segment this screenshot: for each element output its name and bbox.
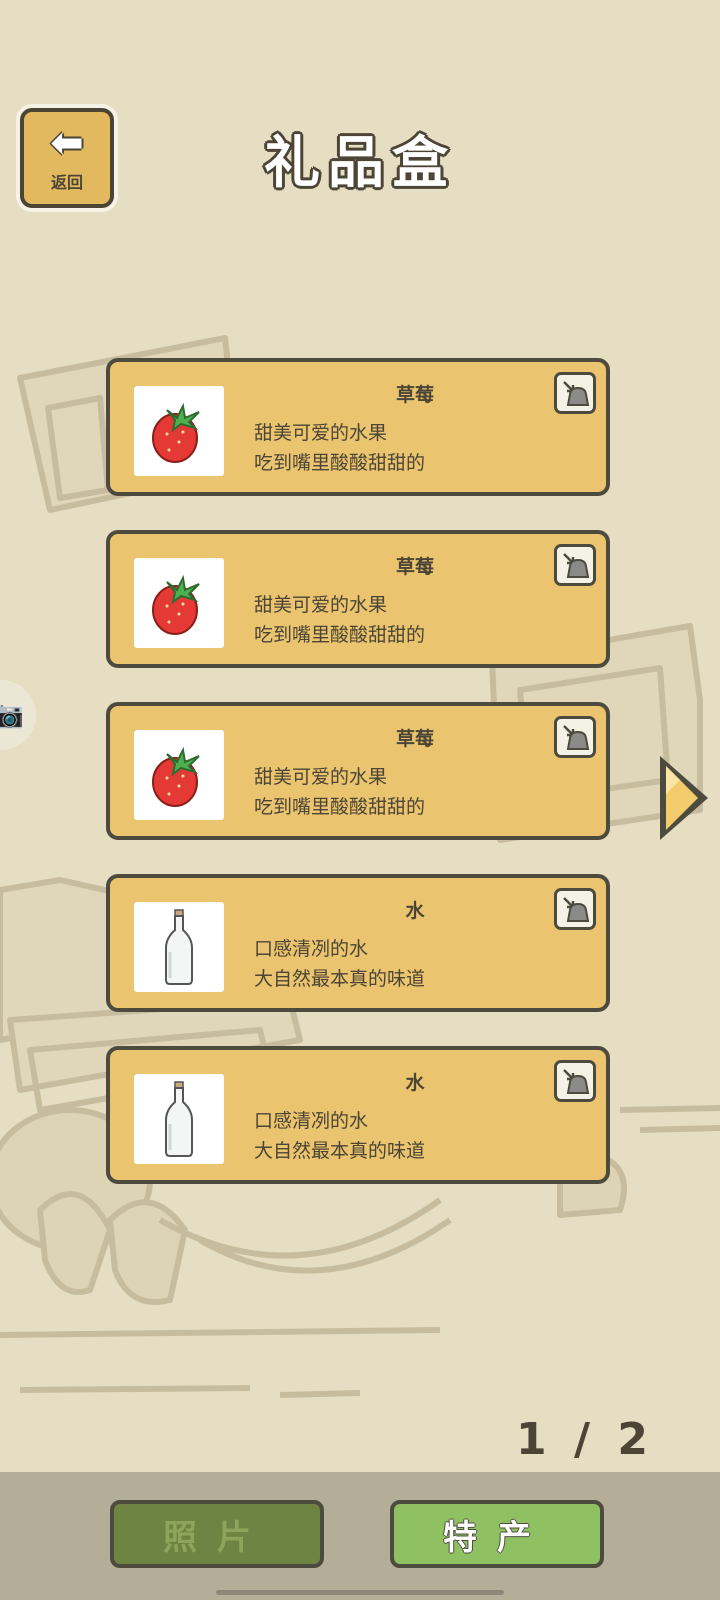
store-to-bag-icon: [563, 553, 590, 578]
gift-desc-line2: 大自然最本真的味道: [254, 1140, 426, 1162]
gift-card[interactable]: 草莓 甜美可爱的水果 吃到嘴里酸酸甜甜的: [106, 530, 610, 668]
gift-desc-line2: 吃到嘴里酸酸甜甜的: [254, 796, 426, 818]
next-page-arrow-icon: [660, 756, 708, 840]
page-current: 1: [516, 1414, 553, 1465]
gift-desc-line2: 吃到嘴里酸酸甜甜的: [254, 624, 426, 646]
gift-name: 草莓: [395, 384, 434, 406]
gift-desc-line1: 口感清冽的水: [254, 938, 369, 960]
gift-desc-line2: 吃到嘴里酸酸甜甜的: [254, 452, 426, 474]
next-page-button[interactable]: [654, 752, 714, 844]
page-title: 礼品盒: [264, 131, 456, 196]
camera-icon: 📷: [0, 700, 25, 730]
store-to-bag-button[interactable]: [554, 716, 596, 758]
water-bottle-icon: [134, 1074, 224, 1164]
home-indicator[interactable]: [216, 1590, 504, 1595]
store-to-bag-button[interactable]: [554, 888, 596, 930]
gift-card[interactable]: 草莓 甜美可爱的水果 吃到嘴里酸酸甜甜的: [106, 358, 610, 496]
store-to-bag-icon: [563, 1069, 590, 1094]
page-total: 2: [617, 1414, 654, 1465]
gift-card[interactable]: 水 口感清冽的水 大自然最本真的味道: [106, 1046, 610, 1184]
gift-desc-line1: 甜美可爱的水果: [254, 594, 388, 616]
bottom-tab-bar: 照片 特产: [0, 1472, 720, 1600]
store-to-bag-button[interactable]: [554, 544, 596, 586]
gift-desc-line1: 口感清冽的水: [254, 1110, 369, 1132]
gift-desc-line1: 甜美可爱的水果: [254, 422, 388, 444]
tab-photos[interactable]: 照片: [110, 1500, 324, 1568]
page-separator: /: [573, 1414, 597, 1465]
gift-list: 草莓 甜美可爱的水果 吃到嘴里酸酸甜甜的 草莓 甜美可爱的水果 吃到嘴里酸酸甜甜…: [106, 358, 610, 1218]
gift-name: 草莓: [395, 728, 434, 750]
gift-card[interactable]: 水 口感清冽的水 大自然最本真的味道: [106, 874, 610, 1012]
strawberry-icon: [134, 386, 224, 476]
gift-card[interactable]: 草莓 甜美可爱的水果 吃到嘴里酸酸甜甜的: [106, 702, 610, 840]
page-indicator: 1 / 2: [516, 1414, 654, 1465]
gift-desc-line1: 甜美可爱的水果: [254, 766, 388, 788]
water-bottle-icon: [134, 902, 224, 992]
store-to-bag-button[interactable]: [554, 1060, 596, 1102]
strawberry-icon: [134, 730, 224, 820]
gift-name: 草莓: [395, 556, 434, 578]
gift-name: 水: [405, 900, 425, 922]
tab-specialty[interactable]: 特产: [390, 1500, 604, 1568]
strawberry-icon: [134, 558, 224, 648]
store-to-bag-icon: [563, 381, 590, 406]
store-to-bag-button[interactable]: [554, 372, 596, 414]
gift-desc-line2: 大自然最本真的味道: [254, 968, 426, 990]
store-to-bag-icon: [563, 897, 590, 922]
store-to-bag-icon: [563, 725, 590, 750]
gift-name: 水: [405, 1072, 425, 1094]
